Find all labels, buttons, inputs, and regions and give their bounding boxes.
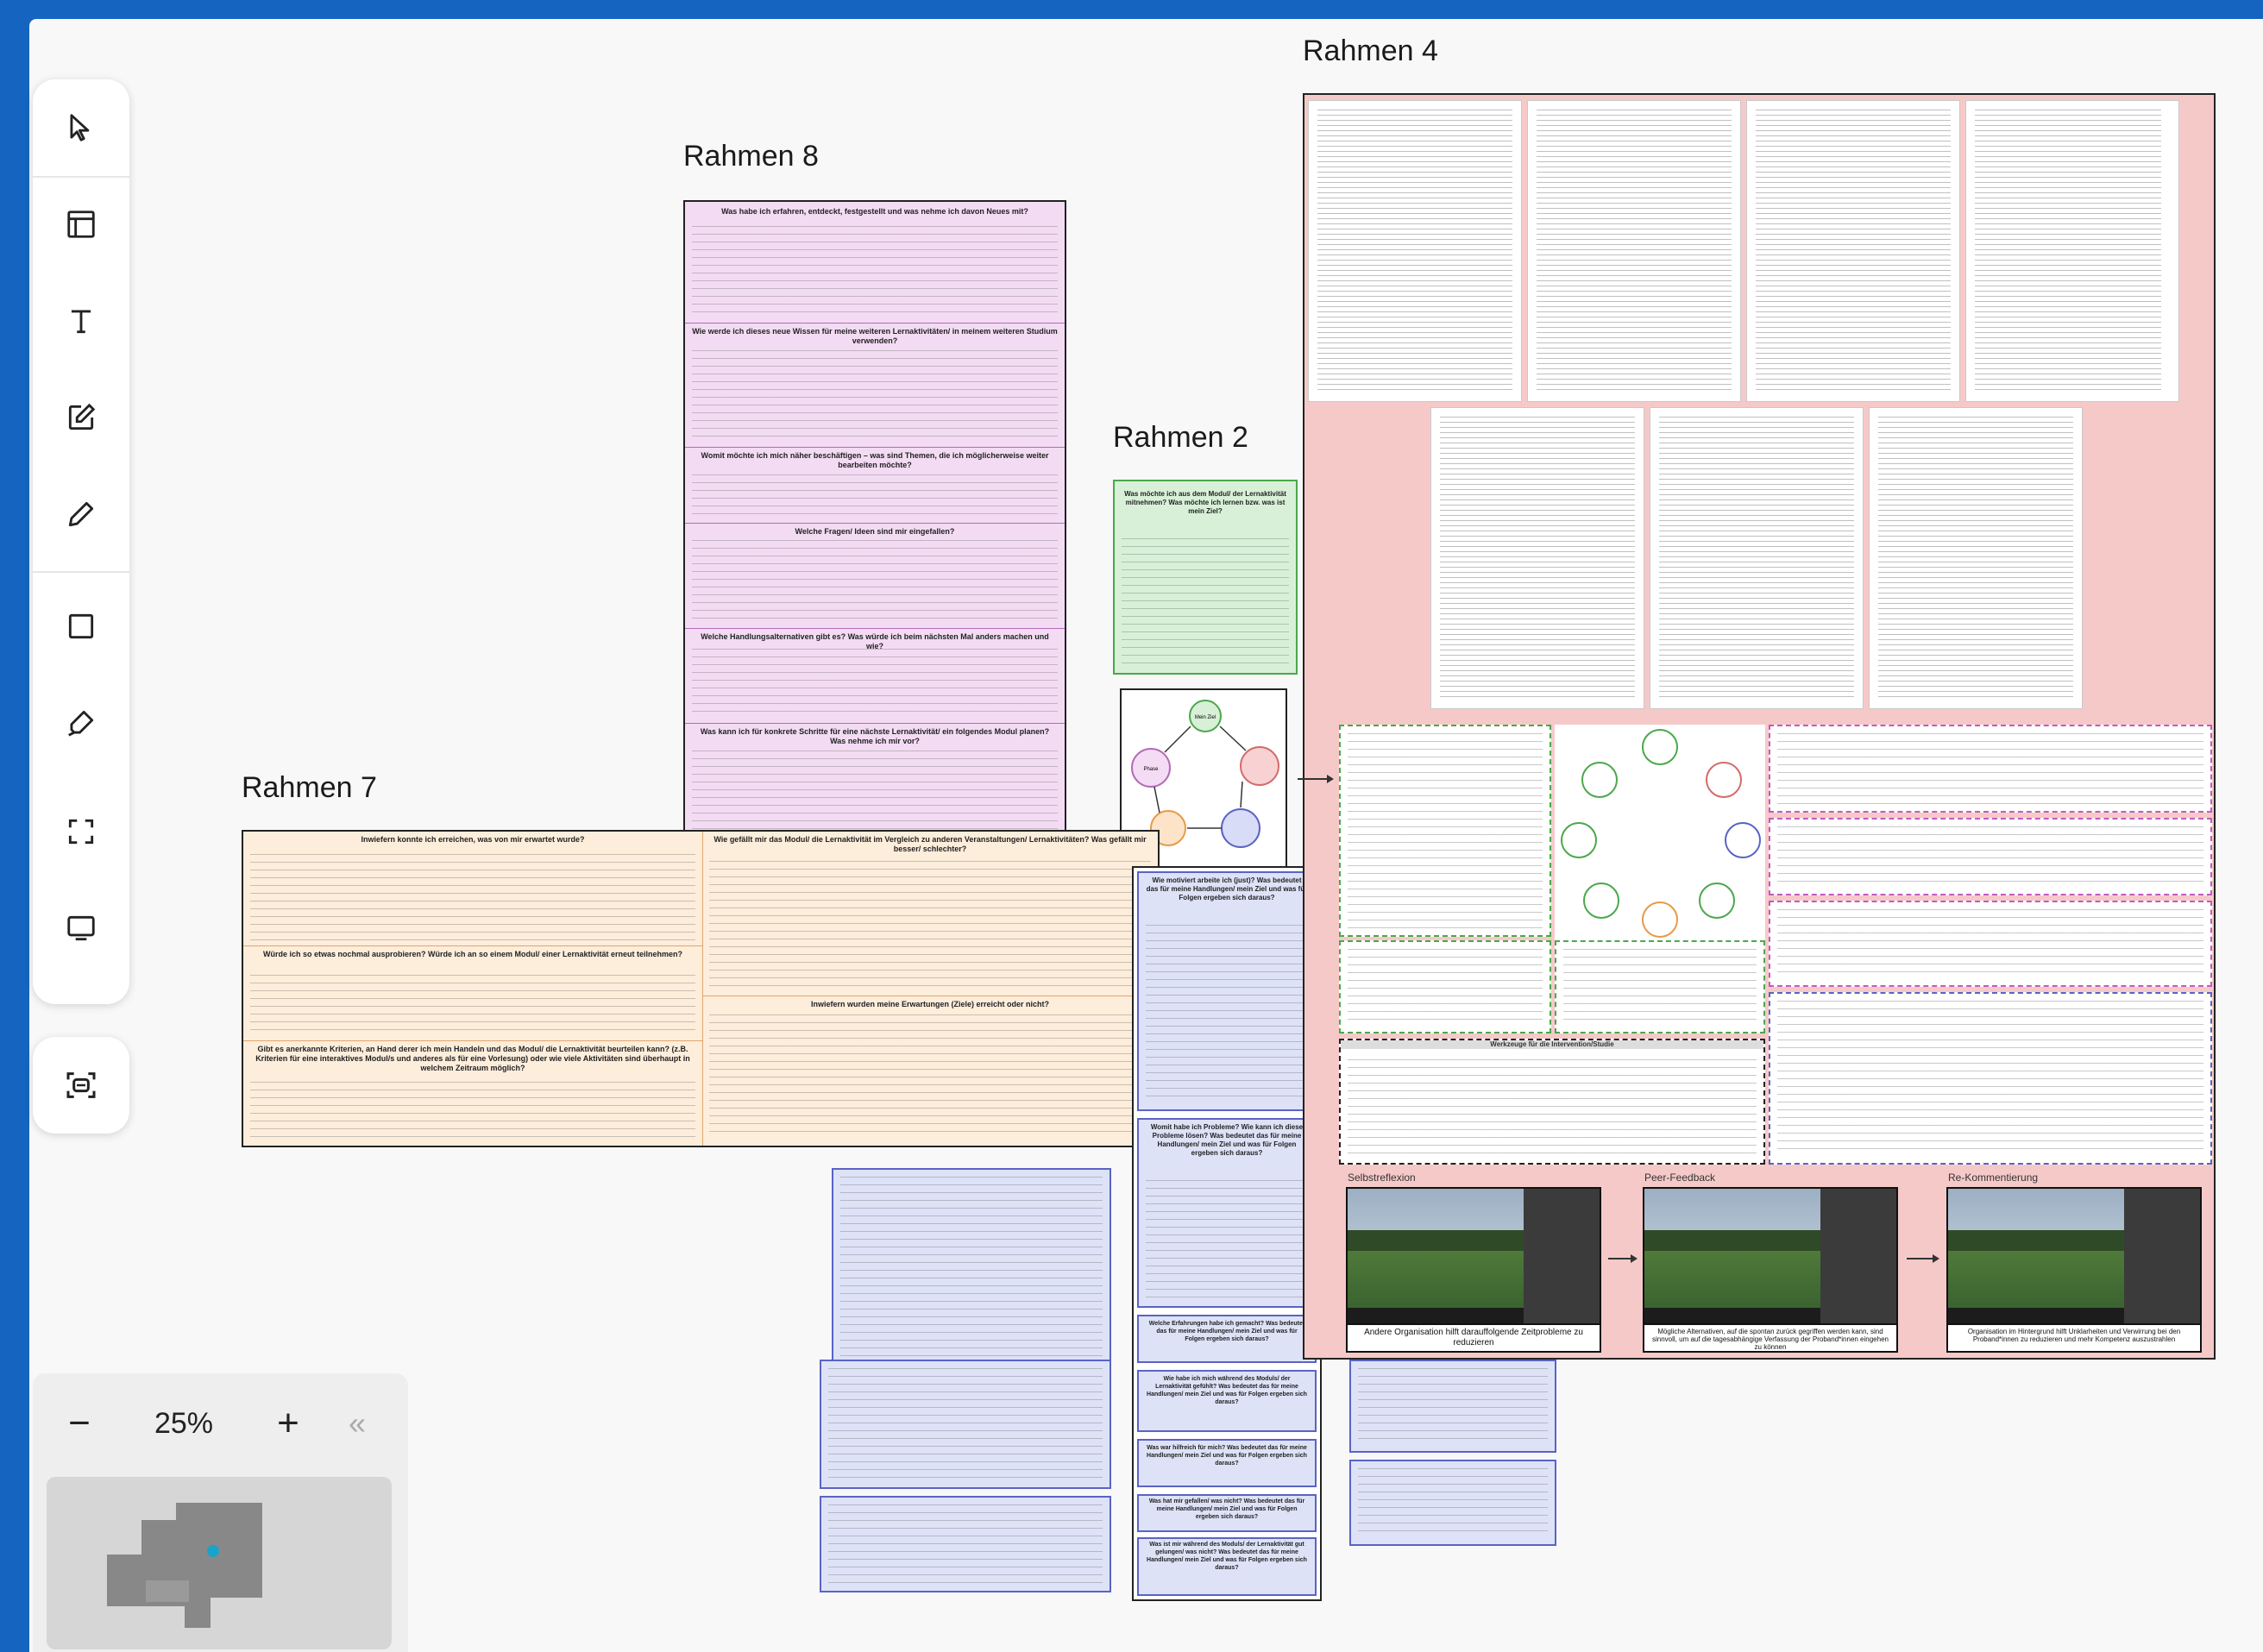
- note-time-plan[interactable]: [1555, 940, 1765, 1033]
- note-success[interactable]: [820, 1496, 1111, 1592]
- video-label-self-reflection: Selbstreflexion: [1348, 1171, 1416, 1184]
- video-label-recommenting: Re-Kommentierung: [1948, 1171, 2039, 1184]
- connector-rahmen2-center: [1298, 775, 1334, 783]
- tool-palette: [33, 79, 129, 1004]
- note-statistics[interactable]: [1339, 725, 1551, 937]
- minimap-shapes: [107, 1503, 262, 1628]
- note-competence[interactable]: [1349, 1360, 1556, 1453]
- note-pro-contra[interactable]: [1349, 1460, 1556, 1546]
- document-page-3[interactable]: [1746, 100, 1960, 402]
- document-page-7[interactable]: [1869, 407, 2083, 709]
- note-planning[interactable]: [832, 1168, 1111, 1372]
- video-screenshot-2[interactable]: [1643, 1187, 1898, 1329]
- text-icon[interactable]: [33, 273, 129, 369]
- rahmen8-question-6: Was kann ich für konkrete Schritte für e…: [685, 723, 1065, 750]
- center-question-2: Womit habe ich Probleme? Wie kann ich di…: [1150, 1123, 1304, 1157]
- note-feedback[interactable]: [820, 1360, 1111, 1489]
- note-research-question[interactable]: [1769, 818, 2212, 895]
- frame-title-rahmen-8[interactable]: Rahmen 8: [683, 140, 819, 173]
- rahmen7-question-5: Gibt es anerkannte Kriterien, an Hand de…: [243, 1040, 702, 1077]
- video-screenshot-3[interactable]: [1946, 1187, 2202, 1329]
- note-literature[interactable]: [1769, 901, 2212, 987]
- frame-title-rahmen-7[interactable]: Rahmen 7: [242, 771, 377, 805]
- scan-text-icon[interactable]: [33, 1037, 129, 1134]
- note-intervention-list[interactable]: [1339, 940, 1551, 1033]
- rahmen8-question-4: Welche Fragen/ Ideen sind mir eingefalle…: [685, 523, 1065, 540]
- frame-reflection-questions[interactable]: Wie motiviert arbeite ich (just)? Was be…: [1132, 866, 1322, 1601]
- frame-icon[interactable]: [33, 176, 129, 273]
- zoom-panel: − 25% + «: [33, 1373, 408, 1652]
- methods-table[interactable]: Werkzeuge für die Intervention/Studie: [1339, 1039, 1765, 1165]
- frame-rahmen-4[interactable]: Werkzeuge für die Intervention/Studie Se…: [1303, 93, 2216, 1360]
- video-caption-3: Organisation im Hintergrund hilft Unklar…: [1946, 1323, 2202, 1353]
- video-caption-1: Andere Organisation hilft darauffolgende…: [1346, 1323, 1601, 1353]
- rahmen2-question: Was möchte ich aus dem Modul/ der Lernak…: [1124, 490, 1286, 515]
- research-cycle-svg: [1561, 729, 1761, 938]
- zoom-out-button[interactable]: −: [53, 1398, 105, 1449]
- pen-icon[interactable]: [33, 466, 129, 562]
- center-question-1: Wie motiviert arbeite ich (just)? Was be…: [1146, 876, 1308, 901]
- rahmen8-question-3: Womit möchte ich mich näher beschäftigen…: [685, 447, 1065, 474]
- select-icon[interactable]: [33, 79, 129, 176]
- rahmen7-question-4: Inwiefern wurden meine Erwartungen (Ziel…: [702, 996, 1158, 1013]
- center-question-5: Was war hilfreich für mich? Was bedeutet…: [1147, 1445, 1307, 1467]
- arrow-1: [1608, 1254, 1638, 1263]
- center-question-6: Was hat mir gefallen/ was nicht? Was bed…: [1148, 1498, 1305, 1520]
- fit-screen-icon[interactable]: [33, 783, 129, 880]
- methods-table-title: Werkzeuge für die Intervention/Studie: [1341, 1040, 1763, 1049]
- video-label-peer-feedback: Peer-Feedback: [1644, 1171, 1716, 1184]
- note-ideas[interactable]: [1769, 725, 2212, 813]
- research-cycle-diagram[interactable]: [1555, 725, 1765, 940]
- collapse-minimap-button[interactable]: «: [331, 1398, 383, 1449]
- rahmen7-question-1: Inwiefern konnte ich erreichen, was von …: [361, 835, 585, 844]
- document-page-2[interactable]: [1527, 100, 1741, 402]
- cycle-node-goal: Mein Ziel: [1195, 715, 1216, 720]
- minimap[interactable]: [47, 1477, 392, 1649]
- frame-rahmen-7[interactable]: Inwiefern konnte ich erreichen, was von …: [242, 830, 1160, 1147]
- rahmen7-question-2: Wie gefällt mir das Modul/ die Lernaktiv…: [713, 835, 1147, 853]
- zoom-in-button[interactable]: +: [262, 1398, 314, 1449]
- frame-rahmen-2[interactable]: Was möchte ich aus dem Modul/ der Lernak…: [1113, 480, 1298, 675]
- cycle-node-phase: Phase: [1143, 767, 1159, 772]
- rahmen8-question-1: Was habe ich erfahren, entdeckt, festges…: [721, 207, 1028, 216]
- note-design[interactable]: [1769, 992, 2212, 1165]
- document-page-1[interactable]: [1308, 100, 1522, 402]
- document-page-5[interactable]: [1430, 407, 1644, 709]
- rahmen8-question-2: Wie werde ich dieses neue Wissen für mei…: [685, 323, 1065, 349]
- rahmen7-question-3: Würde ich so etwas nochmal ausprobieren?…: [243, 945, 702, 963]
- center-question-7: Was ist mir während des Moduls/ der Lern…: [1147, 1542, 1307, 1571]
- present-icon[interactable]: [33, 880, 129, 977]
- document-page-4[interactable]: [1965, 100, 2179, 402]
- frame-title-rahmen-4[interactable]: Rahmen 4: [1303, 35, 1438, 68]
- note-icon[interactable]: [33, 369, 129, 466]
- video-screenshot-1[interactable]: [1346, 1187, 1601, 1329]
- video-caption-2: Mögliche Alternativen, auf die spontan z…: [1643, 1323, 1898, 1353]
- zoom-level: 25%: [154, 1407, 214, 1440]
- frame-title-rahmen-2[interactable]: Rahmen 2: [1113, 421, 1248, 455]
- arrow-2: [1907, 1254, 1939, 1263]
- center-question-4: Wie habe ich mich während des Moduls/ de…: [1147, 1376, 1307, 1405]
- center-question-3: Welche Erfahrungen habe ich gemacht? Was…: [1148, 1321, 1305, 1342]
- highlighter-icon[interactable]: [33, 675, 129, 771]
- shape-icon[interactable]: [33, 578, 129, 675]
- frame-rahmen-8[interactable]: Was habe ich erfahren, entdeckt, festges…: [683, 200, 1066, 837]
- document-page-6[interactable]: [1650, 407, 1864, 709]
